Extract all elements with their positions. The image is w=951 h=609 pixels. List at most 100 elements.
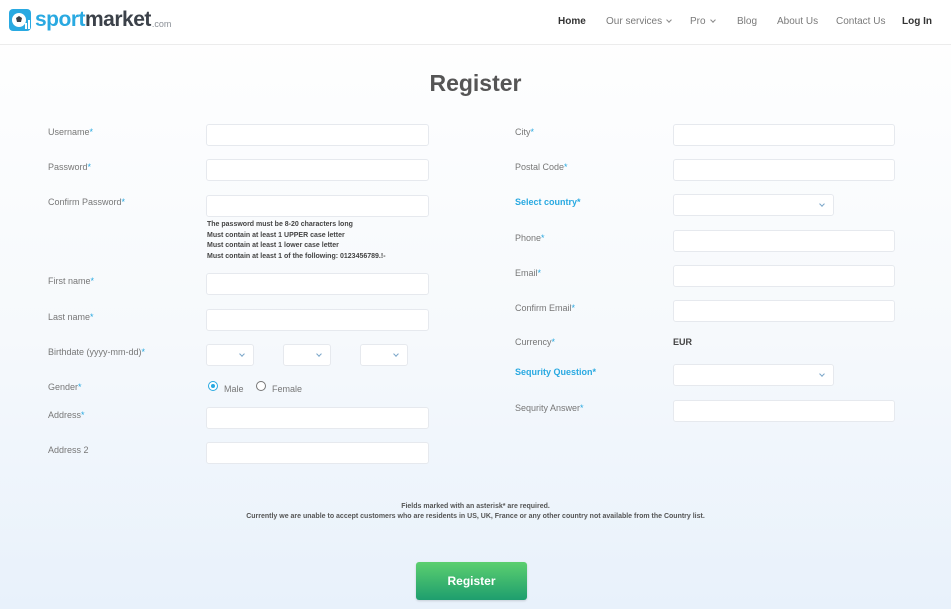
page-title: Register [429,70,522,96]
required-asterisk: * [537,268,542,278]
gender-label: Gender* [48,382,82,392]
chevron-down-icon [239,351,245,357]
username-label-text: Username [48,127,90,137]
password-rule: Must contain at least 1 lower case lette… [207,242,339,249]
phone-label-text: Phone [515,233,542,243]
address2-label: Address 2 [48,445,89,455]
gender-male-label[interactable]: Male [224,384,244,394]
required-asterisk: * [592,367,597,377]
chevron-down-icon [316,351,322,357]
select-country-label-text: Select country [515,197,578,207]
email-label: Email* [515,268,541,278]
nav-blog[interactable]: Blog [737,16,757,27]
phone-label: Phone* [515,233,545,243]
nav-our-services[interactable]: Our services [606,16,672,27]
required-fields-note: Fields marked with an asterisk* are requ… [401,503,550,510]
required-asterisk: * [89,127,94,137]
chevron-down-icon [666,17,672,23]
city-label: City* [515,127,534,137]
security-question-label: Sequrity Question* [515,367,596,377]
security-answer-input[interactable] [673,400,895,422]
password-rule: Must contain at least 1 of the following… [207,252,386,260]
required-asterisk: * [580,403,584,413]
birth-month-select[interactable] [283,344,331,366]
confirm-email-input[interactable] [673,300,895,322]
residency-restriction-note: Currently we are unable to accept custom… [246,513,705,520]
chevron-down-icon [393,351,399,357]
confirm-password-label-text: Confirm Password [48,197,122,207]
address2-input[interactable] [206,442,429,464]
required-asterisk: * [141,347,146,357]
birthdate-label: Birthdate (yyyy-mm-dd)* [48,347,145,357]
currency-value: EUR [673,337,693,347]
required-asterisk: * [90,312,94,322]
birthdate-label-text: Birthdate (yyyy-mm-dd) [48,347,142,357]
top-navigation-bar: sport market .com Home Our services Pro Bl… [0,0,951,45]
postal-code-input[interactable] [673,159,895,181]
username-label: Username* [48,127,93,137]
confirm-email-label-text: Confirm Email [515,303,572,313]
chevron-down-icon [819,201,825,207]
confirm-password-input[interactable] [206,195,429,217]
nav-pro-label: Pro [690,16,706,27]
required-asterisk: * [530,127,535,137]
first-name-input[interactable] [206,273,429,295]
address-label-text: Address [48,410,82,420]
username-input[interactable] [206,124,429,146]
postal-code-label: Postal Code* [515,162,568,172]
required-asterisk: * [81,410,85,420]
nav-about-us[interactable]: About Us [777,16,818,27]
chevron-down-icon [819,371,825,377]
nav-log-in[interactable]: Log In [902,16,932,27]
confirm-password-label: Confirm Password* [48,197,125,207]
address-input[interactable] [206,407,429,429]
password-rule: The password must be 8-20 characters lon… [207,221,353,228]
last-name-label: Last name* [48,312,94,322]
gender-female-radio[interactable] [256,381,266,391]
security-question-label-text: Sequrity Question [515,367,593,377]
security-answer-label: Sequrity Answer* [515,403,584,413]
select-country-label: Select country* [515,197,581,207]
currency-label: Currency* [515,337,555,347]
nav-contact-us[interactable]: Contact Us [836,16,885,27]
last-name-label-text: Last name [48,312,91,322]
first-name-label-text: First name [48,276,91,286]
last-name-input[interactable] [206,309,429,331]
security-question-select[interactable] [673,364,834,386]
required-asterisk: * [551,337,556,347]
first-name-label: First name* [48,276,94,286]
password-label: Password* [48,162,91,172]
required-asterisk: * [78,382,82,392]
currency-label-text: Currency [515,337,552,347]
register-button[interactable]: Register [416,562,527,600]
main-nav: Home Our services Pro Blog About Us Cont… [0,16,951,30]
address-label: Address* [48,410,85,420]
password-label-text: Password [48,162,88,172]
chevron-down-icon [709,17,716,23]
email-input[interactable] [673,265,895,287]
required-asterisk: * [87,162,92,172]
required-asterisk: * [571,303,576,313]
birth-year-select[interactable] [206,344,254,366]
security-answer-label-text: Sequrity Answer [515,403,581,413]
confirm-email-label: Confirm Email* [515,303,575,313]
required-asterisk: * [541,233,545,243]
required-asterisk: * [121,197,126,207]
required-asterisk: * [577,197,581,207]
nav-home[interactable]: Home [558,16,586,27]
city-label-text: City [515,127,531,137]
gender-female-label[interactable]: Female [272,384,302,394]
birth-day-select[interactable] [360,344,408,366]
required-asterisk: * [90,276,95,286]
nav-pro[interactable]: Pro [690,16,716,27]
gender-label-text: Gender [48,382,79,392]
nav-our-services-label: Our services [606,16,663,27]
required-asterisk: * [564,162,568,172]
password-input[interactable] [206,159,429,181]
email-label-text: Email [515,268,538,278]
country-select[interactable] [673,194,834,216]
phone-input[interactable] [673,230,895,252]
password-rule: Must contain at least 1 UPPER case lette… [207,231,345,239]
gender-male-radio[interactable] [208,381,218,391]
city-input[interactable] [673,124,895,146]
